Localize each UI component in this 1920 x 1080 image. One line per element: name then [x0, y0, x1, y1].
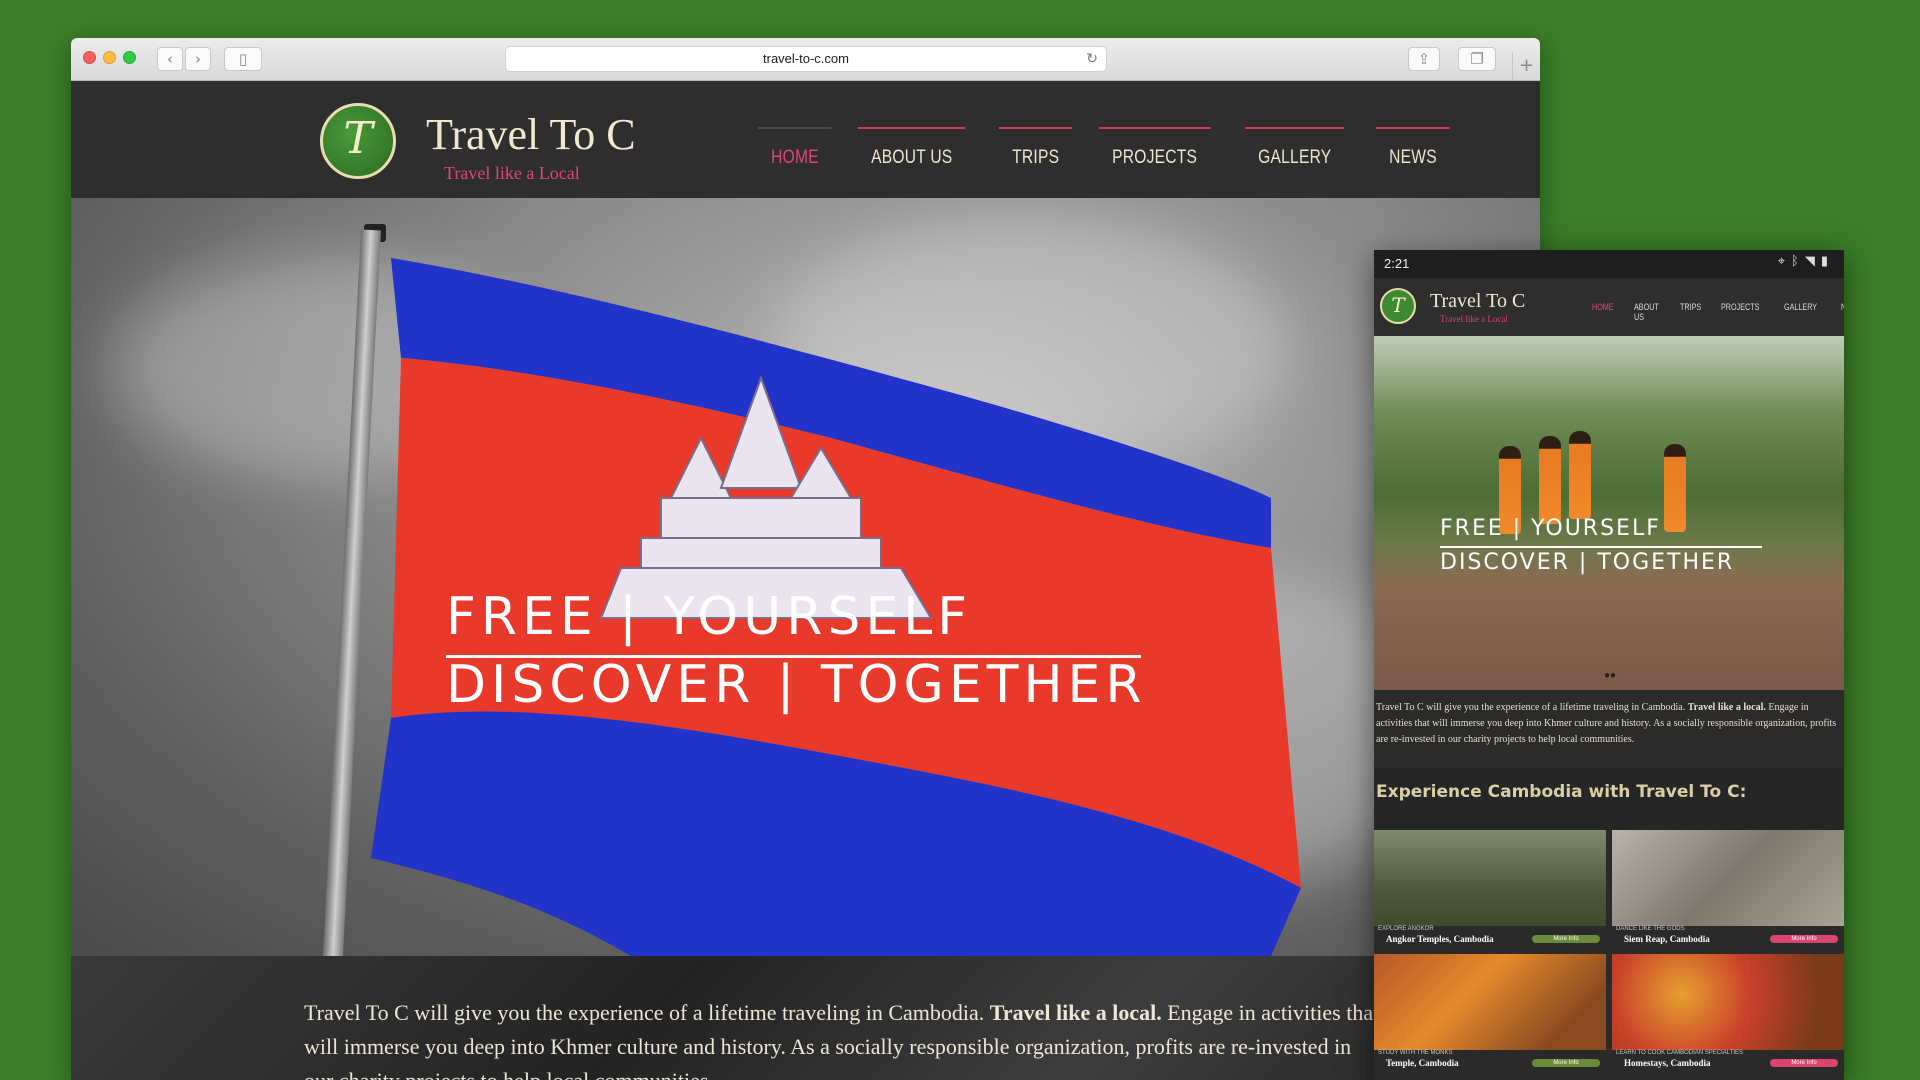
- mobile-nav-about-us[interactable]: ABOUT US: [1634, 302, 1659, 322]
- nav-projects[interactable]: PROJECTS: [1098, 127, 1211, 191]
- browser-toolbar: ‹ › ▯ travel-to-c.com ↻ ⇪ ❐ +: [71, 38, 1540, 81]
- forward-icon[interactable]: ›: [185, 47, 211, 71]
- trip-card-title: Homestays, Cambodia: [1624, 1058, 1711, 1068]
- sidebar-icon[interactable]: ▯: [224, 47, 262, 71]
- more-info-button[interactable]: More Info: [1770, 935, 1838, 943]
- trip-card-kicker: STUDY WITH THE MONKS: [1378, 1050, 1453, 1056]
- trip-card[interactable]: DANCE LIKE THE GODS Siem Reap, Cambodia …: [1612, 830, 1844, 948]
- trip-card[interactable]: LEARN TO COOK CAMBODIAN SPECIALTIES Home…: [1612, 954, 1844, 1072]
- mobile-hero-line-free-yourself: FREE | YOURSELF: [1440, 516, 1661, 541]
- mobile-brand-name[interactable]: Travel To C: [1430, 290, 1525, 313]
- mobile-about-paragraph: Travel To C will give you the experience…: [1374, 690, 1844, 748]
- more-info-button[interactable]: More Info: [1532, 935, 1600, 943]
- mobile-device: 2:21 ⌖ᛒ◥▮ T Travel To C Travel like a Lo…: [1374, 250, 1844, 1080]
- trip-card-title: Siem Reap, Cambodia: [1624, 934, 1710, 944]
- mobile-hero-divider: [1440, 546, 1762, 548]
- nav-gallery[interactable]: GALLERY: [1244, 127, 1345, 191]
- about-section: Travel To C will give you the experience…: [71, 956, 1540, 1080]
- reload-icon[interactable]: ↻: [1086, 47, 1098, 71]
- monk-figure: [1539, 436, 1561, 524]
- mobile-site-logo[interactable]: T: [1380, 288, 1416, 324]
- mobile-about-bold: Travel like a local.: [1687, 702, 1766, 713]
- wifi-icon: ◥: [1804, 254, 1821, 269]
- about-text-start: Travel To C will give you the experience…: [304, 1000, 990, 1025]
- logo-letter: T: [343, 113, 373, 164]
- trip-card-title: Temple, Cambodia: [1386, 1058, 1459, 1068]
- mobile-about-text-start: Travel To C will give you the experience…: [1376, 702, 1688, 713]
- trip-card-image: [1374, 830, 1606, 930]
- close-window-button[interactable]: [83, 51, 96, 64]
- trip-card-caption: LEARN TO COOK CAMBODIAN SPECIALTIES Home…: [1612, 1050, 1844, 1072]
- mobile-nav-gallery[interactable]: GALLERY: [1784, 302, 1817, 322]
- trip-card[interactable]: EXPLORE ANGKOR Angkor Temples, Cambodia …: [1374, 830, 1606, 948]
- location-icon: ⌖: [1777, 254, 1792, 269]
- back-icon[interactable]: ‹: [157, 47, 183, 71]
- hero-tagline: FREE | YOURSELF DISCOVER | TOGETHER: [446, 583, 1147, 719]
- minimize-window-button[interactable]: [103, 51, 116, 64]
- address-bar[interactable]: travel-to-c.com ↻: [505, 46, 1107, 72]
- trip-card-caption: DANCE LIKE THE GODS Siem Reap, Cambodia …: [1612, 926, 1844, 948]
- trip-card-caption: EXPLORE ANGKOR Angkor Temples, Cambodia …: [1374, 926, 1606, 948]
- desktop-browser-window: ‹ › ▯ travel-to-c.com ↻ ⇪ ❐ + T Travel T…: [71, 38, 1540, 1080]
- mobile-hero-line-discover-together: DISCOVER | TOGETHER: [1440, 550, 1735, 575]
- nav-about-us[interactable]: ABOUT US: [858, 127, 966, 191]
- mobile-site-header: T Travel To C Travel like a Local HOME A…: [1374, 278, 1844, 336]
- cambodian-flag-image: [371, 258, 1301, 956]
- hero-line-free-yourself: FREE | YOURSELF: [446, 587, 973, 647]
- about-paragraph: Travel To C will give you the experience…: [304, 996, 1384, 1080]
- url-text: travel-to-c.com: [763, 51, 849, 66]
- hero-banner: FREE | YOURSELF DISCOVER | TOGETHER: [71, 198, 1540, 956]
- mobile-nav: HOME ABOUT US TRIPS PROJECTS GALLERY NEW…: [1592, 302, 1844, 322]
- brand-tagline: Travel like a Local: [444, 163, 580, 183]
- trip-card-title: Angkor Temples, Cambodia: [1386, 934, 1494, 944]
- mobile-about-section: Travel To C will give you the experience…: [1374, 690, 1844, 768]
- zoom-window-button[interactable]: [123, 51, 136, 64]
- tabs-icon[interactable]: ❐: [1458, 47, 1496, 71]
- mobile-nav-news[interactable]: NEWS: [1841, 302, 1844, 322]
- trip-card-caption: STUDY WITH THE MONKS Temple, Cambodia Mo…: [1374, 1050, 1606, 1072]
- mobile-hero-banner: FREE | YOURSELF DISCOVER | TOGETHER ●●: [1374, 336, 1844, 690]
- about-bold: Travel like a local.: [989, 1000, 1162, 1025]
- trip-card-image: [1612, 830, 1844, 930]
- new-tab-icon[interactable]: +: [1512, 52, 1540, 81]
- share-icon[interactable]: ⇪: [1408, 47, 1440, 71]
- nav-trips[interactable]: TRIPS: [999, 127, 1073, 191]
- carousel-dots[interactable]: ●●: [1604, 670, 1616, 681]
- status-time: 2:21: [1384, 256, 1410, 271]
- monk-figure: [1569, 431, 1591, 519]
- trip-card-image: [1374, 954, 1606, 1054]
- hero-line-discover-together: DISCOVER | TOGETHER: [446, 655, 1147, 715]
- trip-card-kicker: LEARN TO COOK CAMBODIAN SPECIALTIES: [1616, 1050, 1744, 1056]
- trip-card-kicker: DANCE LIKE THE GODS: [1616, 926, 1685, 932]
- nav-home[interactable]: HOME: [758, 127, 832, 191]
- more-info-button[interactable]: More Info: [1770, 1059, 1838, 1067]
- main-nav: HOME ABOUT US TRIPS PROJECTS GALLERY NEW…: [758, 127, 1476, 191]
- nav-news[interactable]: NEWS: [1376, 127, 1450, 191]
- experience-section: Experience Cambodia with Travel To C:: [1374, 768, 1844, 830]
- hero-divider: [446, 655, 1141, 658]
- mobile-nav-trips[interactable]: TRIPS: [1680, 302, 1701, 322]
- mobile-brand-tagline: Travel like a Local: [1440, 314, 1508, 324]
- trip-card[interactable]: STUDY WITH THE MONKS Temple, Cambodia Mo…: [1374, 954, 1606, 1072]
- mobile-status-bar: 2:21 ⌖ᛒ◥▮: [1374, 250, 1844, 278]
- trip-card-image: [1612, 954, 1844, 1054]
- site-header: T Travel To C Travel like a Local HOME A…: [71, 81, 1540, 198]
- experience-heading: Experience Cambodia with Travel To C:: [1376, 782, 1747, 802]
- trip-card-grid: EXPLORE ANGKOR Angkor Temples, Cambodia …: [1374, 830, 1844, 1080]
- battery-icon: ▮: [1820, 254, 1834, 269]
- mobile-nav-home[interactable]: HOME: [1592, 302, 1614, 322]
- trip-card-kicker: EXPLORE ANGKOR: [1378, 926, 1434, 932]
- brand-name[interactable]: Travel To C: [426, 109, 636, 160]
- bluetooth-icon: ᛒ: [1791, 254, 1805, 269]
- site-logo[interactable]: T: [320, 103, 396, 179]
- more-info-button[interactable]: More Info: [1532, 1059, 1600, 1067]
- mobile-nav-projects[interactable]: PROJECTS: [1721, 302, 1759, 322]
